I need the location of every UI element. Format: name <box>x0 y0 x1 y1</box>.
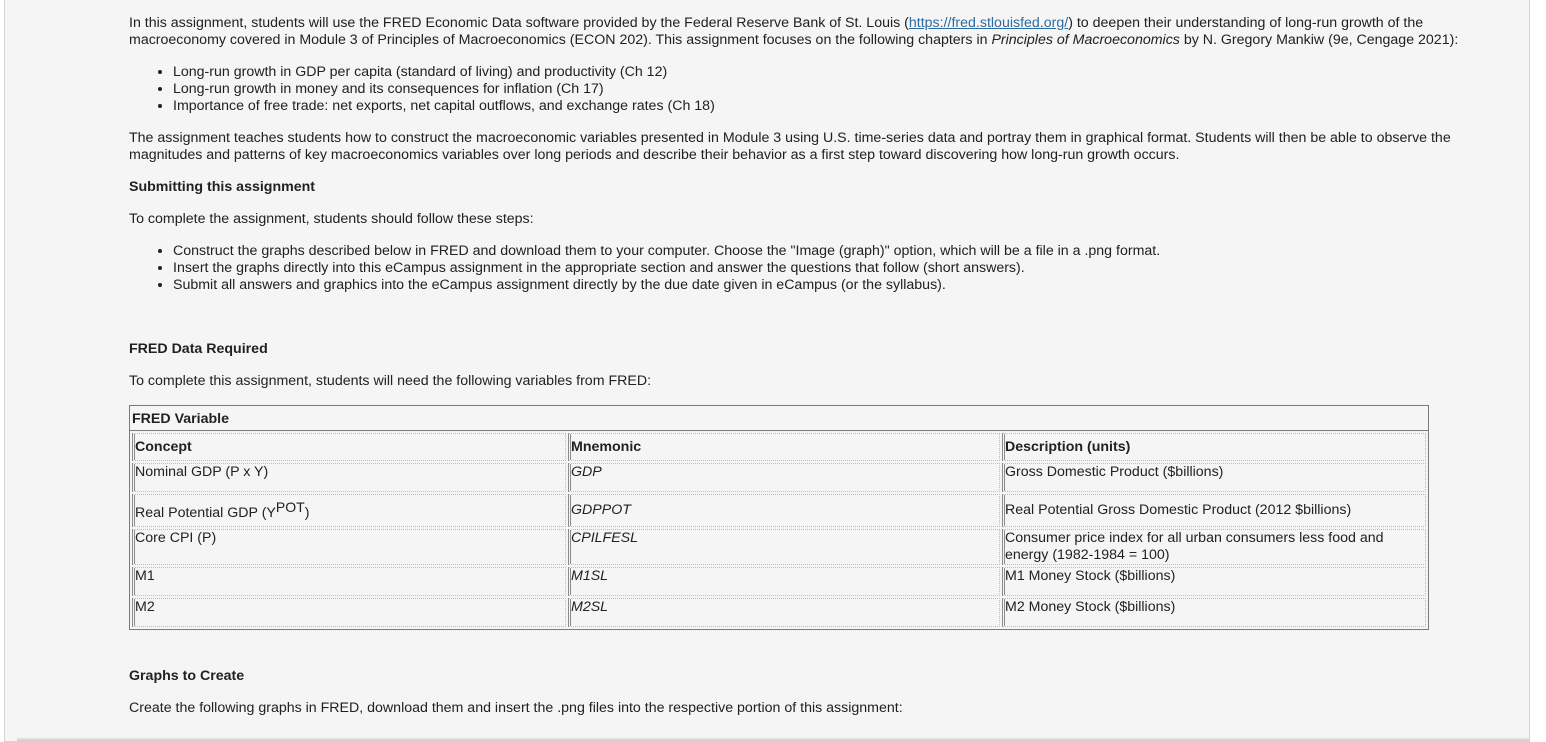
assignment-content: In this assignment, students will use th… <box>129 15 1509 732</box>
cell-mnemonic: M2SL <box>568 598 1000 627</box>
cell-concept: Core CPI (P) <box>132 529 566 565</box>
submitting-heading: Submitting this assignment <box>129 179 316 195</box>
cell-description: M2 Money Stock ($billions) <box>1002 598 1426 627</box>
list-item: Long-run growth in money and its consequ… <box>173 81 1509 98</box>
table-caption: FRED Variable <box>129 405 1429 430</box>
cell-concept: M1 <box>132 567 566 596</box>
concept-base: Real Potential GDP (Y <box>135 505 276 521</box>
header-concept: Concept <box>132 433 566 461</box>
fred-link[interactable]: https://fred.stlouisfed.org/ <box>909 15 1068 31</box>
intro-text-after: by N. Gregory Mankiw (9e, Cengage 2021): <box>1179 32 1459 48</box>
table-row: M2 M2SL M2 Money Stock ($billions) <box>132 598 1426 627</box>
fred-variable-table: FRED Variable Concept Mnemonic Descripti… <box>129 405 1429 630</box>
list-item: Importance of free trade: net exports, n… <box>173 98 1509 115</box>
table-row: M1 M1SL M1 Money Stock ($billions) <box>132 567 1426 596</box>
cell-mnemonic: GDPPOT <box>568 494 1000 527</box>
list-item: Construct the graphs described below in … <box>173 243 1509 260</box>
cell-concept: M2 <box>132 598 566 627</box>
intro-text-before-link: In this assignment, students will use th… <box>129 15 909 31</box>
graphs-heading: Graphs to Create <box>129 668 245 684</box>
fred-data-lead: To complete this assignment, students wi… <box>129 373 652 389</box>
table-row: Nominal GDP (P x Y) GDP Gross Domestic P… <box>132 463 1426 492</box>
header-description: Description (units) <box>1002 433 1426 461</box>
chapter-list: Long-run growth in GDP per capita (stand… <box>129 64 1509 115</box>
book-title: Principles of Macroeconomics <box>991 32 1180 48</box>
table-header-row: Concept Mnemonic Description (units) <box>132 433 1426 461</box>
cell-description: Consumer price index for all urban consu… <box>1002 529 1426 565</box>
teaches-paragraph: The assignment teaches students how to c… <box>129 130 1451 163</box>
cell-mnemonic: CPILFESL <box>568 529 1000 565</box>
table-row: Real Potential GDP (YPOT) GDPPOT Real Po… <box>132 494 1426 527</box>
cell-mnemonic: M1SL <box>568 567 1000 596</box>
cell-description: M1 Money Stock ($billions) <box>1002 567 1426 596</box>
intro-paragraph: In this assignment, students will use th… <box>129 15 1509 49</box>
cell-concept: Real Potential GDP (YPOT) <box>132 494 566 527</box>
graphs-lead: Create the following graphs in FRED, dow… <box>129 700 903 716</box>
list-item: Insert the graphs directly into this eCa… <box>173 260 1509 277</box>
submitting-lead: To complete the assignment, students sho… <box>129 211 534 227</box>
content-panel: In this assignment, students will use th… <box>4 0 1530 742</box>
scroll-shadow <box>17 737 1529 741</box>
steps-list: Construct the graphs described below in … <box>129 243 1509 294</box>
concept-end: ) <box>304 505 310 521</box>
cell-description: Real Potential Gross Domestic Product (2… <box>1002 494 1426 527</box>
concept-superscript: POT <box>275 499 305 515</box>
table-row: Core CPI (P) CPILFESL Consumer price ind… <box>132 529 1426 565</box>
cell-concept: Nominal GDP (P x Y) <box>132 463 566 492</box>
cell-description: Gross Domestic Product ($billions) <box>1002 463 1426 492</box>
cell-mnemonic: GDP <box>568 463 1000 492</box>
list-item: Submit all answers and graphics into the… <box>173 277 1509 294</box>
fred-data-heading: FRED Data Required <box>129 341 268 357</box>
header-mnemonic: Mnemonic <box>568 433 1000 461</box>
list-item: Long-run growth in GDP per capita (stand… <box>173 64 1509 81</box>
